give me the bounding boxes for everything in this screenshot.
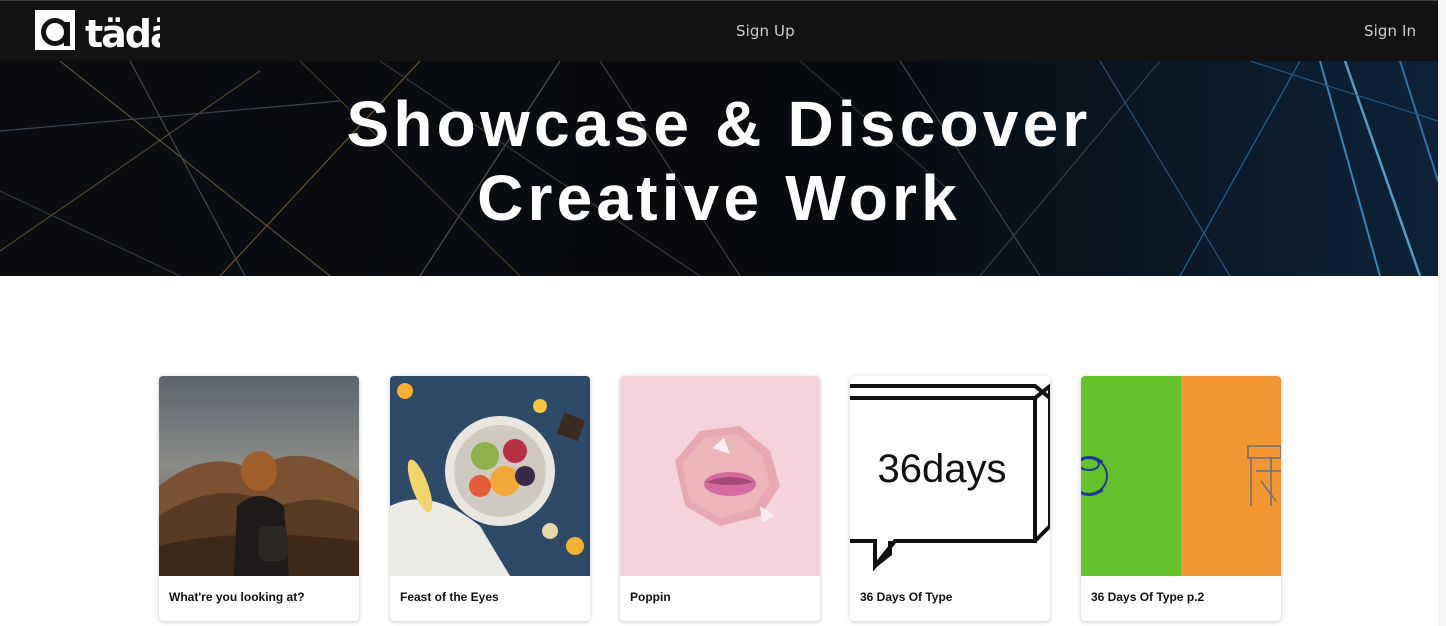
hero-banner: Showcase & Discover Creative Work bbox=[0, 61, 1438, 276]
project-card[interactable]: Feast of the Eyes bbox=[390, 376, 590, 621]
green-orange-type-art bbox=[1081, 376, 1281, 576]
circle-a-logo-icon: tädä bbox=[35, 10, 176, 56]
woman-on-hills-photo bbox=[159, 376, 359, 576]
card-title: 36 Days Of Type p.2 bbox=[1091, 590, 1205, 604]
fruit-plate-photo bbox=[390, 376, 590, 576]
top-navbar: tädä Sign Up Sign In bbox=[0, 0, 1438, 61]
card-title: 36 Days Of Type bbox=[860, 590, 953, 604]
scrollbar[interactable] bbox=[1438, 0, 1446, 626]
project-card[interactable]: Poppin bbox=[620, 376, 820, 621]
card-title: Poppin bbox=[630, 590, 671, 604]
36days-text: 36days bbox=[878, 447, 1007, 491]
card-title: What're you looking at? bbox=[169, 590, 305, 604]
hero-title-line-1: Showcase & Discover bbox=[346, 88, 1092, 160]
project-card[interactable]: 36 Days Of Type p.2 bbox=[1081, 376, 1281, 621]
sign-up-link[interactable]: Sign Up bbox=[736, 22, 795, 40]
36days-lettering: 36days bbox=[850, 376, 1050, 576]
brand-logo[interactable]: tädä bbox=[35, 10, 176, 56]
brand-wordmark: tädä bbox=[85, 12, 160, 52]
project-card[interactable]: 36days 36 Days Of Type bbox=[850, 376, 1050, 621]
card-title: Feast of the Eyes bbox=[400, 590, 499, 604]
sign-in-link[interactable]: Sign In bbox=[1364, 22, 1416, 40]
project-card[interactable]: What're you looking at? bbox=[159, 376, 359, 621]
lips-through-paper-photo bbox=[620, 376, 820, 576]
hero-title: Showcase & Discover Creative Work bbox=[0, 87, 1438, 235]
hero-title-line-2: Creative Work bbox=[477, 162, 961, 234]
